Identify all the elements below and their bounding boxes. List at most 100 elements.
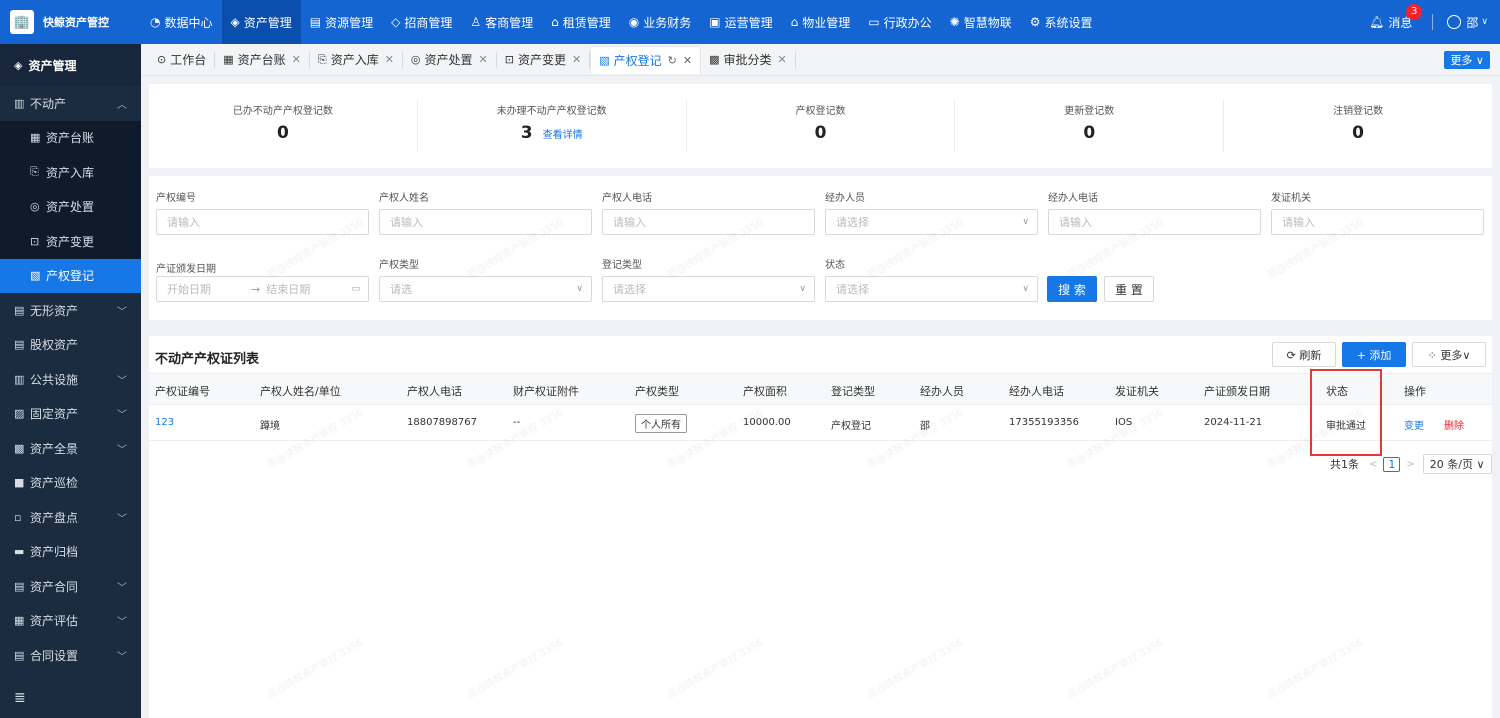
refresh-button[interactable]: ⟳ 刷新	[1272, 342, 1336, 367]
sidebar-item-2[interactable]: ▥ 公共设施 ﹀	[0, 362, 141, 397]
delete-link[interactable]: 删除	[1444, 417, 1464, 432]
cell-handler: 邵	[920, 421, 930, 432]
sidebar-submenu: ▦ 资产台账 ⎘ 资产入库 ◎ 资产处置 ⊡ 资产变更 ▧ 产权登记	[0, 120, 141, 293]
close-icon[interactable]: ✕	[479, 53, 488, 66]
column-header: 操作	[1404, 385, 1426, 398]
filter-input[interactable]: 请输入	[1271, 209, 1484, 235]
nav-item-0[interactable]: ◔ 数据中心	[141, 0, 222, 44]
user-menu[interactable]: 邵 ∨	[1447, 14, 1488, 31]
collapse-menu-icon[interactable]: ≣	[14, 690, 26, 706]
close-icon[interactable]: ✕	[683, 54, 692, 67]
bell-icon: 🔔︎	[1369, 15, 1385, 29]
start-date-placeholder: 开始日期	[167, 283, 211, 296]
sidebar-subitem-0[interactable]: ▦ 资产台账	[0, 121, 141, 156]
date-range-picker[interactable]: 开始日期 → 结束日期 ▭	[156, 276, 369, 302]
messages-button[interactable]: 🔔︎ 消息 3	[1369, 3, 1423, 31]
column-header: 财产权证附件	[513, 385, 579, 398]
stat-card-3: 更新登记数 0	[954, 100, 1223, 152]
page-size-select[interactable]: 20 条/页 ∨	[1422, 454, 1492, 474]
logo[interactable]: 🏢 快鲸资产管控	[0, 0, 141, 44]
more-actions-button[interactable]: ⁘ 更多∨	[1412, 342, 1486, 367]
nav-label: 行政办公	[883, 15, 932, 30]
sidebar-subitem-2[interactable]: ◎ 资产处置	[0, 190, 141, 225]
reset-button[interactable]: 重 置	[1104, 276, 1154, 302]
nav-item-5[interactable]: ⌂ 租赁管理	[542, 0, 620, 44]
nav-item-1[interactable]: ◈ 资产管理	[221, 0, 301, 44]
sidebar-item-0[interactable]: ▤ 无形资产 ﹀	[0, 293, 141, 328]
nav-item-6[interactable]: ◉ 业务财务	[620, 0, 701, 44]
menu-icon: ■	[14, 476, 25, 490]
menu-icon: ◎	[30, 200, 40, 214]
sidebar-subitem-label: 资产处置	[46, 200, 95, 215]
reload-icon[interactable]: ↻	[668, 54, 677, 67]
tab-2[interactable]: ⎘ 资产入库 ✕	[310, 51, 403, 68]
nav-item-10[interactable]: ✺ 智慧物联	[941, 0, 1021, 44]
filter-select[interactable]: 请选 ∨	[379, 276, 592, 302]
sidebar-item-10[interactable]: ▤ 合同设置 ﹀	[0, 638, 141, 673]
tab-6[interactable]: ▩ 审批分类 ✕	[701, 51, 796, 68]
view-details-link[interactable]: 查看详情	[543, 130, 583, 141]
prev-page-icon[interactable]: <	[1369, 459, 1377, 470]
sidebar-item-3[interactable]: ▨ 固定资产 ﹀	[0, 397, 141, 432]
nav-item-7[interactable]: ▣ 运营管理	[700, 0, 781, 44]
sidebar-subitem-3[interactable]: ⊡ 资产变更	[0, 224, 141, 259]
sidebar-item-label: 资产合同	[30, 579, 79, 594]
filter-input[interactable]: 请输入	[602, 209, 815, 235]
filter-label: 产权人姓名	[379, 193, 429, 204]
filter-input[interactable]: 请输入	[1048, 209, 1261, 235]
sidebar-item-5[interactable]: ■ 资产巡检	[0, 466, 141, 501]
stat-label: 未办理不动产产权登记数	[496, 106, 607, 117]
tab-label: 资产入库	[330, 53, 379, 67]
sidebar-item-9[interactable]: ▦ 资产评估 ﹀	[0, 604, 141, 639]
tab-5[interactable]: ▧ 产权登记 ↻ ✕	[590, 45, 702, 74]
close-icon[interactable]: ✕	[778, 53, 787, 66]
sidebar-item-8[interactable]: ▤ 资产合同 ﹀	[0, 569, 141, 604]
sidebar-subitem-1[interactable]: ⎘ 资产入库	[0, 155, 141, 190]
nav-item-9[interactable]: ▭ 行政办公	[859, 0, 940, 44]
sidebar-item-1[interactable]: ▤ 股权资产	[0, 328, 141, 363]
building-icon: 🏢	[10, 10, 34, 34]
tabs-more-button[interactable]: 更多 ∨	[1444, 51, 1490, 69]
change-link[interactable]: 变更	[1404, 417, 1424, 432]
nav-item-11[interactable]: ⚙ 系统设置	[1021, 0, 1102, 44]
placeholder-text: 请输入	[167, 216, 200, 229]
placeholder-text: 请输入	[613, 216, 646, 229]
sidebar-item-7[interactable]: ▬ 资产归档	[0, 535, 141, 570]
stat-value-wrap: 3 查看详情	[418, 123, 686, 143]
sidebar-item-4[interactable]: ▩ 资产全景 ﹀	[0, 431, 141, 466]
stat-card-4: 注销登记数 0	[1223, 100, 1492, 152]
next-page-icon[interactable]: >	[1406, 459, 1414, 470]
sidebar-item-label: 无形资产	[30, 303, 79, 318]
filter-select[interactable]: 请选择 ∨	[825, 276, 1038, 302]
tab-4[interactable]: ⊡ 资产变更 ✕	[497, 51, 591, 68]
sidebar-subitem-4[interactable]: ▧ 产权登记	[0, 258, 141, 293]
tab-3[interactable]: ◎ 资产处置 ✕	[403, 51, 497, 68]
nav-item-2[interactable]: ▤ 资源管理	[301, 0, 382, 44]
close-icon[interactable]: ✕	[572, 53, 581, 66]
close-icon[interactable]: ✕	[385, 53, 394, 66]
tab-1[interactable]: ▦ 资产台账 ✕	[215, 51, 310, 68]
sidebar-item-6[interactable]: ▫ 资产盘点 ﹀	[0, 500, 141, 535]
user-avatar-icon	[1447, 15, 1462, 29]
sidebar-group-real-estate[interactable]: ▥ 不动产 ︿	[0, 86, 141, 121]
filter-select[interactable]: 请选择 ∨	[825, 209, 1038, 235]
menu-icon: ▩	[14, 441, 25, 455]
nav-item-3[interactable]: ◇ 招商管理	[382, 0, 461, 44]
page-number[interactable]: 1	[1383, 456, 1401, 472]
tab-label: 资产台账	[237, 53, 286, 67]
cell-code[interactable]: 123	[155, 417, 174, 428]
certificate-list-panel: 不动产产权证列表 ⟳ 刷新 + 添加 ⁘ 更多∨ 产权证编号 产权人姓名/单位 产权…	[149, 336, 1492, 718]
nav-item-4[interactable]: ♙ 客商管理	[461, 0, 542, 44]
nav-label: 客商管理	[485, 15, 534, 30]
filter-select[interactable]: 请选择 ∨	[602, 276, 815, 302]
add-button[interactable]: + 添加	[1342, 342, 1406, 367]
nav-item-8[interactable]: ⌂ 物业管理	[782, 0, 860, 44]
search-button[interactable]: 搜 索	[1047, 276, 1097, 302]
close-icon[interactable]: ✕	[292, 53, 301, 66]
stat-card-0: 已办不动产产权登记数 0	[149, 100, 417, 152]
tab-label: 审批分类	[723, 53, 772, 67]
filter-input[interactable]: 请输入	[156, 209, 369, 235]
chevron-down-icon: ﹀	[117, 651, 127, 663]
filter-input[interactable]: 请输入	[379, 209, 592, 235]
tab-0[interactable]: ⊙ 工作台	[149, 51, 216, 68]
